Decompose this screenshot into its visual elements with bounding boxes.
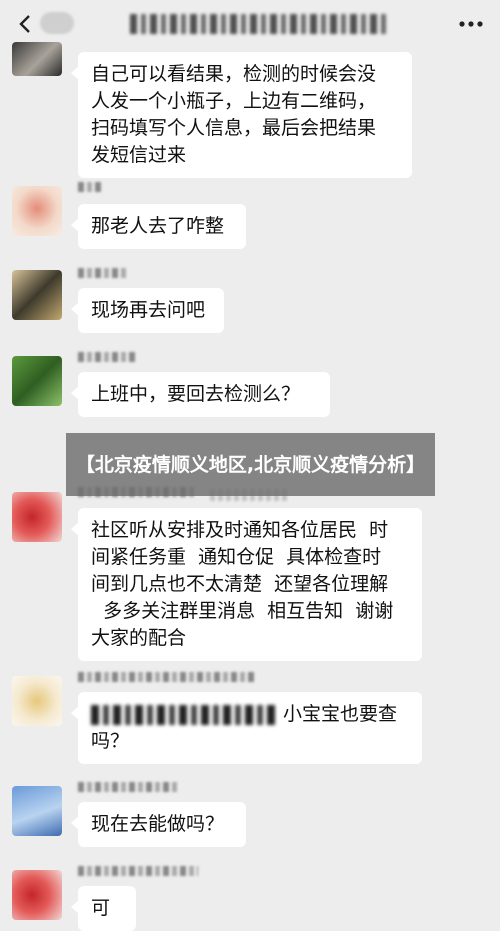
message-bubble: 可: [71, 886, 136, 931]
message-text: 发短信过来: [91, 144, 187, 166]
article-caption-overlay: 【北京疫情顺义地区,北京顺义疫情分析】: [66, 433, 435, 496]
message-bubble: 社区听从安排及时通知各位居民 时 间紧任务重 通知仓促 具体检查时 间到几点也不…: [71, 508, 422, 661]
message-text: 扫码填写个人信息，最后会把结果: [91, 117, 377, 139]
message-bubble: 自己可以看结果，检测的时候会没 人发一个小瓶子，上边有二维码， 扫码填写个人信息…: [71, 52, 412, 178]
more-dots-icon[interactable]: [458, 14, 484, 34]
message-text: 可: [91, 897, 111, 919]
sender-name-blurred: [78, 672, 254, 682]
sender-name-blurred: [78, 866, 198, 876]
message-bubble: 那老人去了咋整: [71, 204, 246, 249]
message-text: 现在去能做吗？: [91, 813, 225, 835]
redacted-text: [91, 704, 279, 725]
message-text: 人发一个小瓶子，上边有二维码，: [91, 90, 377, 112]
message-text: 间紧任务重 通知仓促 具体检查时: [91, 546, 382, 568]
message-text: 那老人去了咋整: [91, 215, 225, 237]
avatar[interactable]: [12, 492, 62, 542]
sender-name-blurred: [78, 352, 136, 362]
message-bubble: 现在去能做吗？: [71, 802, 246, 847]
message-text: 自己可以看结果，检测的时候会没: [91, 63, 377, 85]
message-text: 多多关注群里消息 相互告知 谢谢: [91, 600, 394, 622]
message-text: 上班中，要回去检测么？: [91, 383, 301, 405]
message-text: 间到几点也不太清楚 还望各位理解: [91, 573, 389, 595]
avatar[interactable]: [12, 676, 62, 726]
chat-header: [0, 0, 500, 46]
sender-name-blurred: [78, 182, 104, 192]
message-bubble: 现场再去问吧: [71, 288, 224, 333]
unread-count-badge: [40, 12, 74, 34]
avatar[interactable]: [12, 786, 62, 836]
avatar[interactable]: [12, 42, 62, 76]
avatar[interactable]: [12, 186, 62, 236]
sender-name-blurred: [78, 268, 128, 278]
avatar[interactable]: [12, 356, 62, 406]
message-text: 社区听从安排及时通知各位居民 时: [91, 519, 389, 541]
message-bubble: 小宝宝也要查 吗？: [71, 692, 422, 764]
message-text: 现场再去问吧: [91, 299, 206, 321]
chat-title-blurred: [130, 14, 390, 34]
message-text: 大家的配合: [91, 627, 187, 649]
sender-name-blurred: [78, 782, 178, 792]
avatar[interactable]: [12, 870, 62, 920]
message-text: 小宝宝也要查: [283, 703, 398, 725]
message-bubble: 上班中，要回去检测么？: [71, 372, 330, 417]
avatar[interactable]: [12, 270, 62, 320]
back-chevron-icon[interactable]: [14, 12, 38, 36]
message-text: 吗？: [91, 730, 130, 752]
